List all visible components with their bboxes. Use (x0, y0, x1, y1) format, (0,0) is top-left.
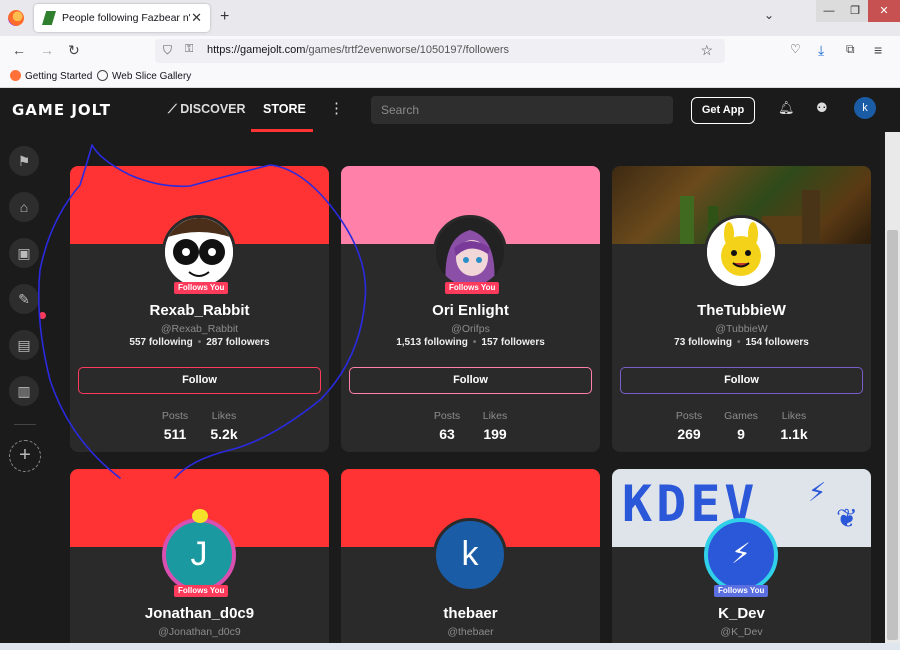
browser-nav-bar: ← → ↻ ⛉ ⚿ https://gamejolt.com/games/trt… (0, 36, 900, 66)
stat-posts: Posts 269 (675, 410, 703, 442)
tab-close-icon[interactable]: ✕ (191, 10, 202, 26)
backpack-icon[interactable]: ▣ (9, 238, 39, 268)
follow-button[interactable]: Follow (620, 367, 863, 394)
stat-posts: Posts 511 (161, 410, 189, 442)
bookmarks-bar: Getting Started Web Slice Gallery (0, 66, 900, 88)
gamejolt-top-bar: GAME JOLT ⟋ DISCOVER STORE ⋮ Search Get … (0, 88, 900, 132)
search-input[interactable]: Search (371, 96, 673, 124)
follows-you-badge: Follows You (445, 282, 500, 294)
follower-card[interactable]: k thebaer @thebaer (341, 469, 600, 650)
follower-card[interactable]: Follows You Rexab_Rabbit @Rexab_Rabbit 5… (70, 166, 329, 452)
avatar-frame-decoration-icon (192, 509, 208, 523)
sidebar-divider (14, 424, 36, 425)
browser-tab-active[interactable]: People following Fazbear n' Fri ✕ (34, 4, 210, 32)
shell-icon[interactable]: ✎ (9, 284, 39, 314)
lightning-icon: ⚡︎ (808, 477, 827, 507)
anime-character-icon (436, 218, 504, 286)
follow-button[interactable]: Follow (349, 367, 592, 394)
username[interactable]: K_Dev (612, 605, 871, 622)
nav-discover[interactable]: ⟋ DISCOVER (168, 102, 246, 117)
bookmark-star-icon[interactable]: ☆ (700, 42, 713, 59)
stat-likes: Likes 5.2k (210, 410, 238, 442)
site-permissions-icon[interactable]: ⚿ (185, 43, 193, 56)
downloads-icon[interactable]: ⤓ (818, 42, 824, 59)
forward-arrow-icon[interactable]: → (40, 42, 54, 58)
user-handle: @Jonathan_d0c9 (158, 626, 241, 638)
follower-card[interactable]: KDEV ⚡︎ ❦ ⚡︎ Follows You K_Dev @K_Dev (612, 469, 871, 650)
pocket-icon[interactable]: ♡ (790, 42, 801, 56)
bookmark-web-slice-gallery[interactable]: Web Slice Gallery (97, 70, 191, 82)
bookmark-getting-started[interactable]: Getting Started (10, 70, 92, 82)
follows-you-badge: Follows You (174, 585, 229, 597)
username[interactable]: Ori Enlight (341, 302, 600, 319)
tracking-shield-icon[interactable]: ⛉ (163, 43, 172, 58)
notifications-bell-icon[interactable]: 🔔︎ (778, 100, 795, 116)
yellow-character-icon (707, 218, 775, 286)
avatar[interactable]: J (162, 518, 236, 592)
user-handle: @K_Dev (720, 626, 763, 638)
butterfly-icon: ❦ (836, 503, 858, 533)
avatar[interactable]: k (433, 518, 507, 592)
app-menu-icon[interactable]: ≡ (874, 42, 882, 58)
avatar[interactable] (433, 215, 507, 289)
username[interactable]: thebaer (341, 605, 600, 622)
reload-icon[interactable]: ↻ (68, 42, 80, 59)
os-taskbar (0, 643, 900, 650)
nav-store[interactable]: STORE (263, 102, 306, 116)
user-avatar[interactable]: k (854, 97, 876, 119)
avatar[interactable] (704, 215, 778, 289)
gamejolt-favicon-icon (42, 11, 56, 25)
username[interactable]: Jonathan_d0c9 (70, 605, 329, 622)
username[interactable]: TheTubbieW (612, 302, 871, 319)
tab-title: People following Fazbear n' Fri (62, 12, 190, 24)
add-community-button[interactable]: + (9, 440, 41, 472)
stat-likes: Likes 1.1k (780, 410, 808, 442)
follower-card[interactable]: Follows You Ori Enlight @Orifps 1,513 fo… (341, 166, 600, 452)
follow-counts: 557 following • 287 followers (129, 337, 270, 348)
page-scrollbar-thumb[interactable] (887, 230, 898, 640)
unread-dot (39, 312, 46, 319)
username[interactable]: Rexab_Rabbit (70, 302, 329, 319)
stat-likes: Likes 199 (482, 410, 508, 442)
gamejolt-logo[interactable]: GAME JOLT (12, 101, 111, 119)
store-icon[interactable]: ⌂ (9, 192, 39, 222)
window-restore-icon[interactable]: ❐ (842, 0, 868, 22)
user-handle: @Rexab_Rabbit (160, 323, 239, 335)
list-tabs-chevron-icon[interactable]: ⌄ (764, 8, 774, 22)
stat-games: Games 9 (724, 410, 758, 442)
follow-button[interactable]: Follow (78, 367, 321, 394)
back-arrow-icon[interactable]: ← (12, 42, 26, 58)
browser-tab-bar: People following Fazbear n' Fri ✕ + ⌄ — … (0, 0, 900, 36)
rabbit-face-icon (165, 218, 233, 286)
friends-icon[interactable]: ⚉ (816, 100, 828, 116)
user-handle: @TubbieW (715, 323, 768, 335)
follows-you-badge: Follows You (714, 585, 769, 597)
follows-you-badge: Follows You (174, 282, 229, 294)
firefox-menu-icon[interactable] (8, 10, 24, 26)
user-handle: @thebaer (447, 626, 494, 638)
follow-counts: 73 following • 154 followers (674, 337, 809, 348)
extensions-icon[interactable]: ⧉ (846, 42, 855, 57)
inbox-icon[interactable]: ▤ (9, 330, 39, 360)
avatar[interactable] (162, 215, 236, 289)
globe-icon (97, 70, 108, 81)
follower-card[interactable]: J Follows You Jonathan_d0c9 @Jonathan_d0… (70, 469, 329, 650)
follower-card[interactable]: TheTubbieW @TubbieW 73 following • 154 fol… (612, 166, 871, 452)
stat-posts: Posts 63 (433, 410, 461, 442)
get-app-button[interactable]: Get App (691, 97, 755, 124)
more-menu-icon[interactable]: ⋮ (329, 99, 344, 117)
address-bar[interactable]: ⛉ ⚿ https://gamejolt.com/games/trtf2even… (155, 39, 725, 63)
activity-icon[interactable]: ⚑ (9, 146, 39, 176)
firefox-icon (10, 70, 21, 81)
url-text[interactable]: https://gamejolt.com/games/trtf2evenwors… (207, 44, 509, 56)
new-tab-icon[interactable]: + (220, 8, 229, 26)
left-sidebar: ⚑ ⌂ ▣ ✎ ▤ ▥ + (0, 132, 55, 650)
avatar[interactable]: ⚡︎ (704, 518, 778, 592)
window-close-icon[interactable]: ✕ (868, 0, 900, 22)
window-minimize-icon[interactable]: — (816, 0, 842, 22)
user-handle: @Orifps (451, 323, 490, 335)
follow-counts: 1,513 following • 157 followers (396, 337, 545, 348)
library-icon[interactable]: ▥ (9, 376, 39, 406)
